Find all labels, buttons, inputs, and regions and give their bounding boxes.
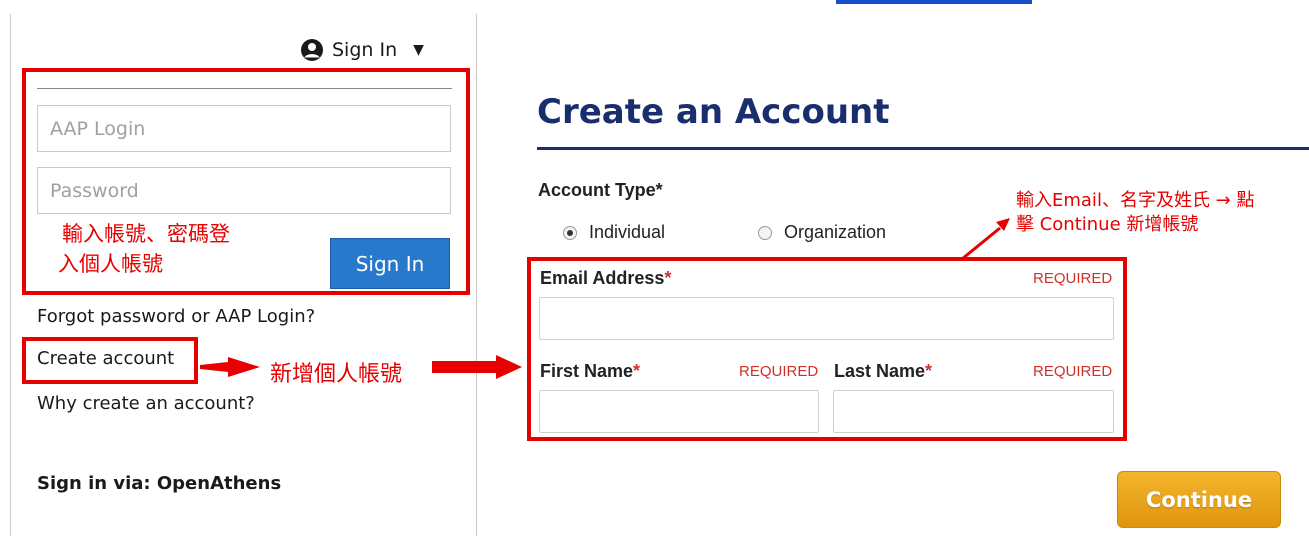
annotation-arrows xyxy=(200,218,1010,379)
arrow-right-long-icon xyxy=(432,355,522,379)
arrow-diagonal-icon xyxy=(961,218,1010,261)
arrow-right-icon xyxy=(200,357,260,377)
